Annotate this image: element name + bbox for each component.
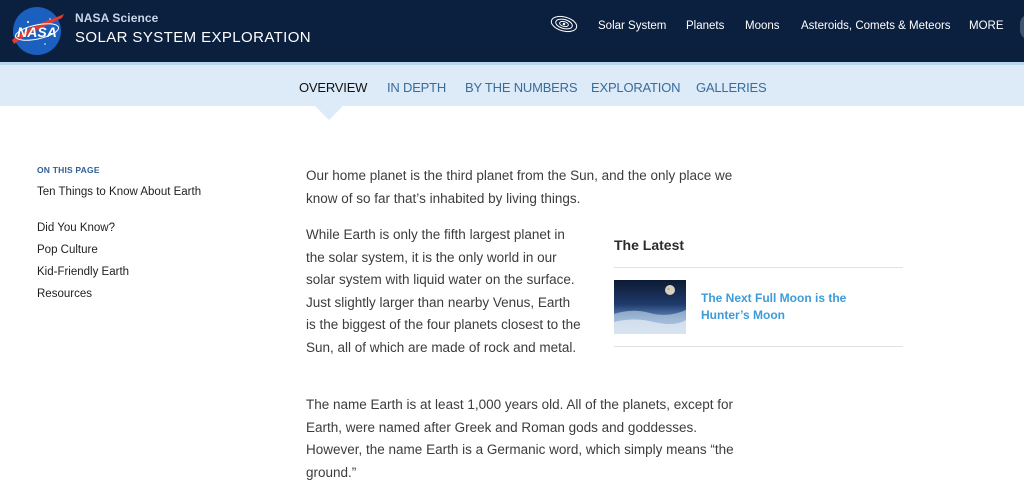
- full-moon-thumbnail[interactable]: [614, 280, 686, 334]
- on-this-page-label: ON THIS PAGE: [37, 165, 100, 175]
- site-header: NASA NASA Science SOLAR SYSTEM EXPLORATI…: [0, 0, 1024, 62]
- sidebar-link-resources[interactable]: Resources: [37, 287, 217, 301]
- nav-planets[interactable]: Planets: [686, 20, 724, 32]
- sidebar-link-kid-friendly[interactable]: Kid-Friendly Earth: [37, 265, 217, 279]
- tab-galleries[interactable]: GALLERIES: [696, 80, 767, 95]
- search-button[interactable]: [1020, 14, 1024, 40]
- tab-in-depth[interactable]: IN DEPTH: [387, 80, 446, 95]
- sidebar-link-did-you-know[interactable]: Did You Know?: [37, 221, 217, 235]
- nav-moons[interactable]: Moons: [745, 20, 780, 32]
- logo-text: NASA: [17, 24, 57, 40]
- divider: [614, 346, 903, 347]
- latest-article-link[interactable]: The Next Full Moon is the Hunter’s Moon: [701, 290, 891, 324]
- nav-solar-system[interactable]: Solar System: [598, 20, 666, 32]
- site-subtitle[interactable]: NASA Science: [75, 11, 158, 25]
- site-title[interactable]: SOLAR SYSTEM EXPLORATION: [75, 29, 311, 46]
- nav-asteroids-comets-meteors[interactable]: Asteroids, Comets & Meteors: [801, 20, 951, 32]
- earth-name-paragraph: The name Earth is at least 1,000 years o…: [306, 397, 734, 480]
- section-tabs: OVERVIEW IN DEPTH BY THE NUMBERS EXPLORA…: [0, 62, 1024, 106]
- tab-overview[interactable]: OVERVIEW: [299, 80, 367, 95]
- earth-size-paragraph: While Earth is only the fifth largest pl…: [306, 227, 581, 355]
- divider: [614, 267, 903, 268]
- intro-paragraph: Our home planet is the third planet from…: [306, 168, 733, 206]
- tab-exploration[interactable]: EXPLORATION: [591, 80, 681, 95]
- active-tab-indicator: [315, 106, 343, 120]
- the-latest-heading: The Latest: [614, 237, 685, 253]
- tab-by-the-numbers[interactable]: BY THE NUMBERS: [465, 80, 578, 95]
- sidebar-link-pop-culture[interactable]: Pop Culture: [37, 243, 217, 257]
- solar-system-orbit-icon[interactable]: [549, 12, 579, 36]
- nav-more[interactable]: MORE: [969, 20, 1004, 32]
- sidebar-link-ten-things[interactable]: Ten Things to Know About Earth: [37, 185, 217, 199]
- nasa-logo-icon[interactable]: NASA: [8, 4, 66, 58]
